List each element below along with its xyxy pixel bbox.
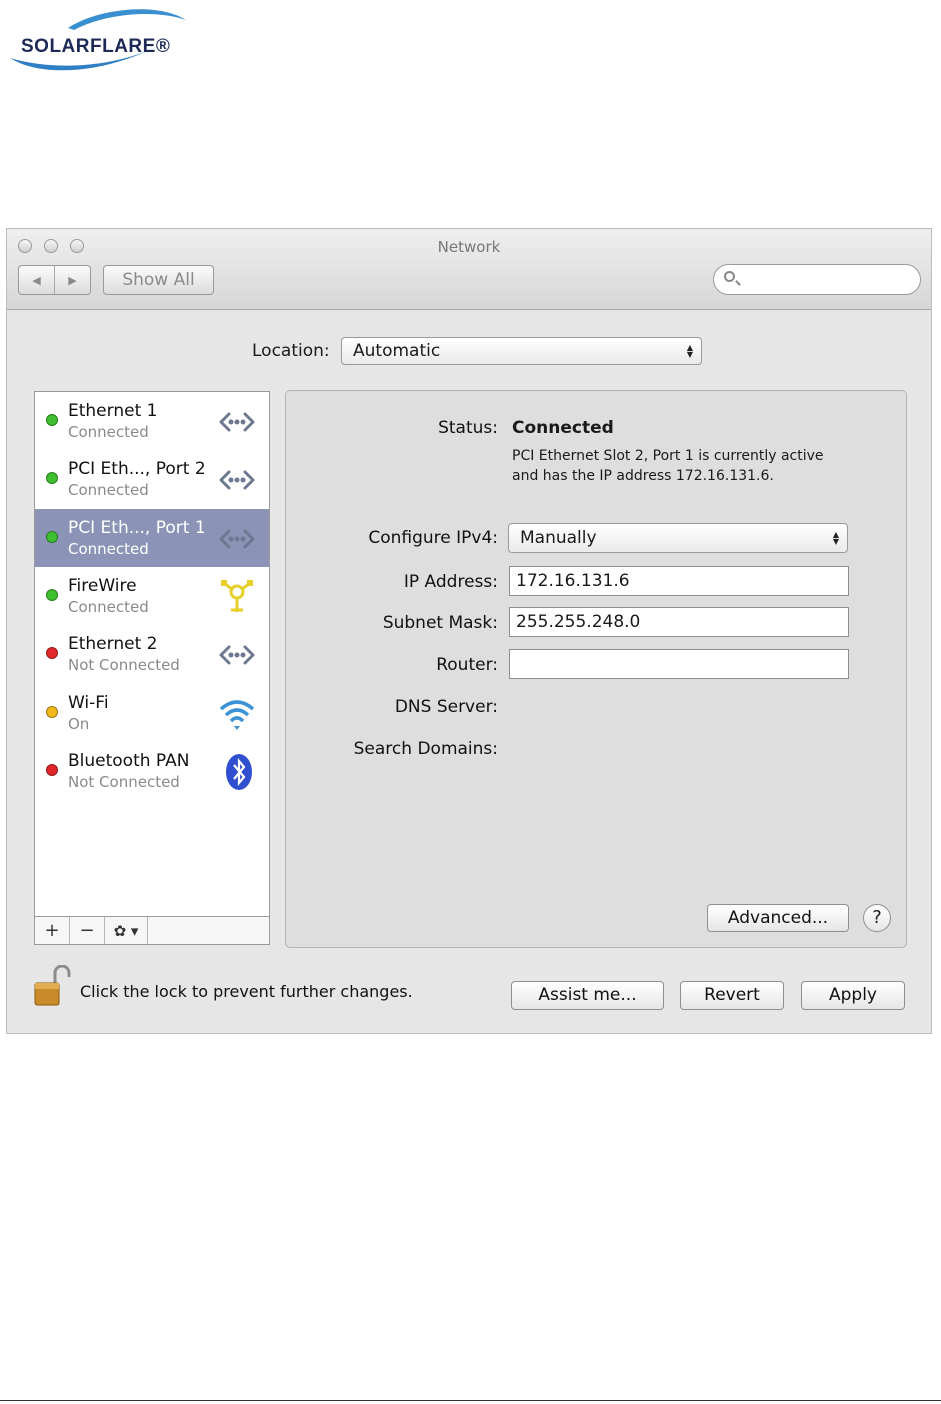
back-button[interactable]: ◀ [19, 266, 54, 294]
back-forward-group: ◀ ▶ [18, 265, 91, 295]
gear-icon: ✿ ▾ [113, 921, 139, 940]
titlebar: Network ◀ ▶ Show All [7, 229, 931, 310]
subnet-mask-label: Subnet Mask: [382, 613, 498, 633]
popup-arrows-icon: ▲ ▼ [686, 343, 693, 359]
ethernet-icon [217, 520, 257, 558]
search-domains-label: Search Domains: [353, 739, 498, 759]
assist-me-button[interactable]: Assist me... [511, 981, 664, 1010]
ethernet-icon [217, 461, 257, 499]
service-status: Connected [68, 539, 149, 558]
router-field[interactable] [509, 649, 849, 679]
search-field[interactable] [713, 264, 921, 295]
subnet-mask-field[interactable]: 255.255.248.0 [509, 607, 849, 637]
status-label: Status: [438, 418, 498, 438]
service-list: Ethernet 1 Connected PCI Eth..., Port 2 Con… [34, 391, 270, 917]
status-dot-icon [46, 705, 58, 718]
forward-button[interactable]: ▶ [54, 266, 90, 294]
ip-address-field[interactable]: 172.16.131.6 [509, 566, 849, 596]
lock-message: Click the lock to prevent further change… [80, 982, 413, 1001]
page-bottom-rule [0, 1400, 941, 1401]
configure-ipv4-popup[interactable]: Manually ▲ ▼ [508, 523, 848, 553]
service-status: Not Connected [68, 772, 180, 791]
show-all-button[interactable]: Show All [103, 265, 214, 295]
advanced-button[interactable]: Advanced... [707, 904, 849, 932]
location-value: Automatic [353, 341, 441, 361]
firewire-icon [217, 578, 257, 616]
status-dot-icon [46, 530, 58, 543]
status-dot-icon [46, 647, 58, 660]
network-preferences-window: Network ◀ ▶ Show All Location: Automatic… [6, 228, 932, 1034]
service-row[interactable]: FireWire Connected [35, 567, 269, 625]
configure-ipv4-value: Manually [520, 528, 597, 548]
forward-arrow-icon: ▶ [68, 273, 77, 287]
location-label: Location: [252, 341, 330, 361]
service-list-toolbar: + − ✿ ▾ [34, 917, 270, 945]
service-status: Not Connected [68, 656, 180, 675]
status-description-line1: PCI Ethernet Slot 2, Port 1 is currently… [512, 448, 824, 464]
status-dot-icon [46, 588, 58, 601]
logo-text: SOLARFLARE® [21, 36, 171, 57]
unlocked-padlock-icon [34, 964, 71, 1006]
solarflare-logo: SOLARFLARE® [8, 6, 188, 72]
back-arrow-icon: ◀ [32, 273, 41, 287]
service-name: Bluetooth PAN [68, 750, 190, 771]
service-status: Connected [68, 481, 149, 500]
apply-button[interactable]: Apply [801, 981, 905, 1010]
service-row[interactable]: Wi-Fi On [35, 684, 269, 742]
service-row[interactable]: PCI Eth..., Port 1 Connected [35, 508, 269, 567]
window-title: Network [437, 238, 501, 256]
wifi-icon [217, 695, 257, 733]
gear-menu-button[interactable]: ✿ ▾ [105, 917, 148, 944]
service-name: Wi-Fi [68, 692, 109, 713]
service-name: FireWire [68, 575, 137, 596]
service-status: Connected [68, 597, 149, 616]
service-status: Connected [68, 423, 149, 441]
status-value: Connected [512, 418, 614, 438]
service-name: Ethernet 2 [68, 634, 158, 655]
help-button[interactable]: ? [863, 904, 891, 932]
service-row[interactable]: Ethernet 2 Not Connected [35, 625, 269, 683]
service-row[interactable]: Bluetooth PAN Not Connected [35, 742, 269, 800]
service-detail-pane: Status: Connected PCI Ethernet Slot 2, P… [285, 390, 907, 948]
service-name: PCI Eth..., Port 2 [68, 459, 206, 480]
status-dot-icon [46, 763, 58, 776]
ethernet-icon [217, 636, 257, 674]
service-name: Ethernet 1 [68, 401, 158, 421]
search-input[interactable] [742, 269, 916, 291]
add-service-button[interactable]: + [35, 917, 70, 944]
ip-address-label: IP Address: [403, 572, 498, 592]
service-name: PCI Eth..., Port 1 [68, 517, 206, 538]
remove-service-button[interactable]: − [70, 917, 105, 944]
service-status: On [68, 714, 90, 733]
status-dot-icon [46, 414, 58, 426]
revert-button[interactable]: Revert [680, 981, 784, 1010]
service-row[interactable]: PCI Eth..., Port 2 Connected [35, 450, 269, 508]
dns-server-label: DNS Server: [394, 697, 498, 717]
location-popup[interactable]: Automatic ▲ ▼ [341, 337, 702, 365]
ethernet-icon [217, 403, 257, 441]
configure-ipv4-label: Configure IPv4: [368, 528, 498, 548]
status-description-line2: and has the IP address 172.16.131.6. [512, 468, 774, 484]
popup-arrows-icon: ▲ ▼ [832, 530, 839, 546]
search-icon [724, 271, 735, 282]
bluetooth-icon [217, 753, 257, 791]
router-label: Router: [436, 655, 498, 675]
service-row[interactable]: Ethernet 1 Connected [35, 392, 269, 450]
status-dot-icon [46, 472, 58, 485]
lock-button[interactable] [33, 964, 71, 1007]
